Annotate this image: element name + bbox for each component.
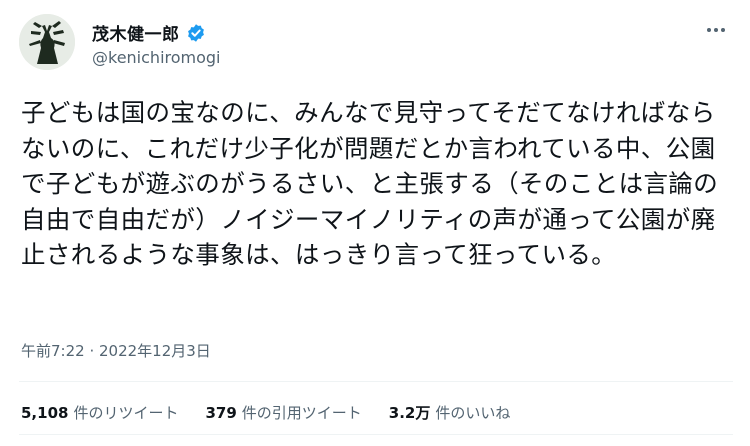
retweets-count: 5,108 [21, 404, 69, 422]
divider [19, 381, 733, 382]
engagement-stats: 5,108 件のリツイート 379 件の引用ツイート 3.2万 件のいいね [21, 402, 537, 423]
author-name-row: 茂木健一郎 [92, 20, 206, 45]
quote-tweets-stat[interactable]: 379 件の引用ツイート [205, 402, 361, 423]
tweet-text: 子どもは国の宝なのに、みんなで見守ってそだてなければならないのに、これだけ少子化… [21, 98, 719, 269]
retweets-stat[interactable]: 5,108 件のリツイート [21, 402, 178, 423]
verified-badge-icon [186, 23, 206, 43]
author-name[interactable]: 茂木健一郎 [92, 20, 180, 45]
likes-label: 件のいいね [435, 404, 511, 422]
avatar-image [19, 14, 75, 70]
likes-count: 3.2万 [388, 404, 431, 422]
retweets-label: 件のリツイート [73, 404, 179, 422]
more-options-icon[interactable] [700, 22, 732, 38]
tweet-timestamp[interactable]: 午前7:22 · 2022年12月3日 [21, 340, 211, 361]
avatar[interactable] [19, 14, 75, 70]
quote-tweets-label: 件の引用ツイート [241, 404, 362, 422]
quote-tweets-count: 379 [205, 404, 237, 422]
divider [19, 434, 733, 435]
tweet-card: 茂木健一郎 @kenichiromogi 子どもは国の宝なのに、みんなで見守って… [0, 0, 750, 446]
author-handle[interactable]: @kenichiromogi [92, 48, 221, 67]
likes-stat[interactable]: 3.2万 件のいいね [389, 402, 511, 423]
